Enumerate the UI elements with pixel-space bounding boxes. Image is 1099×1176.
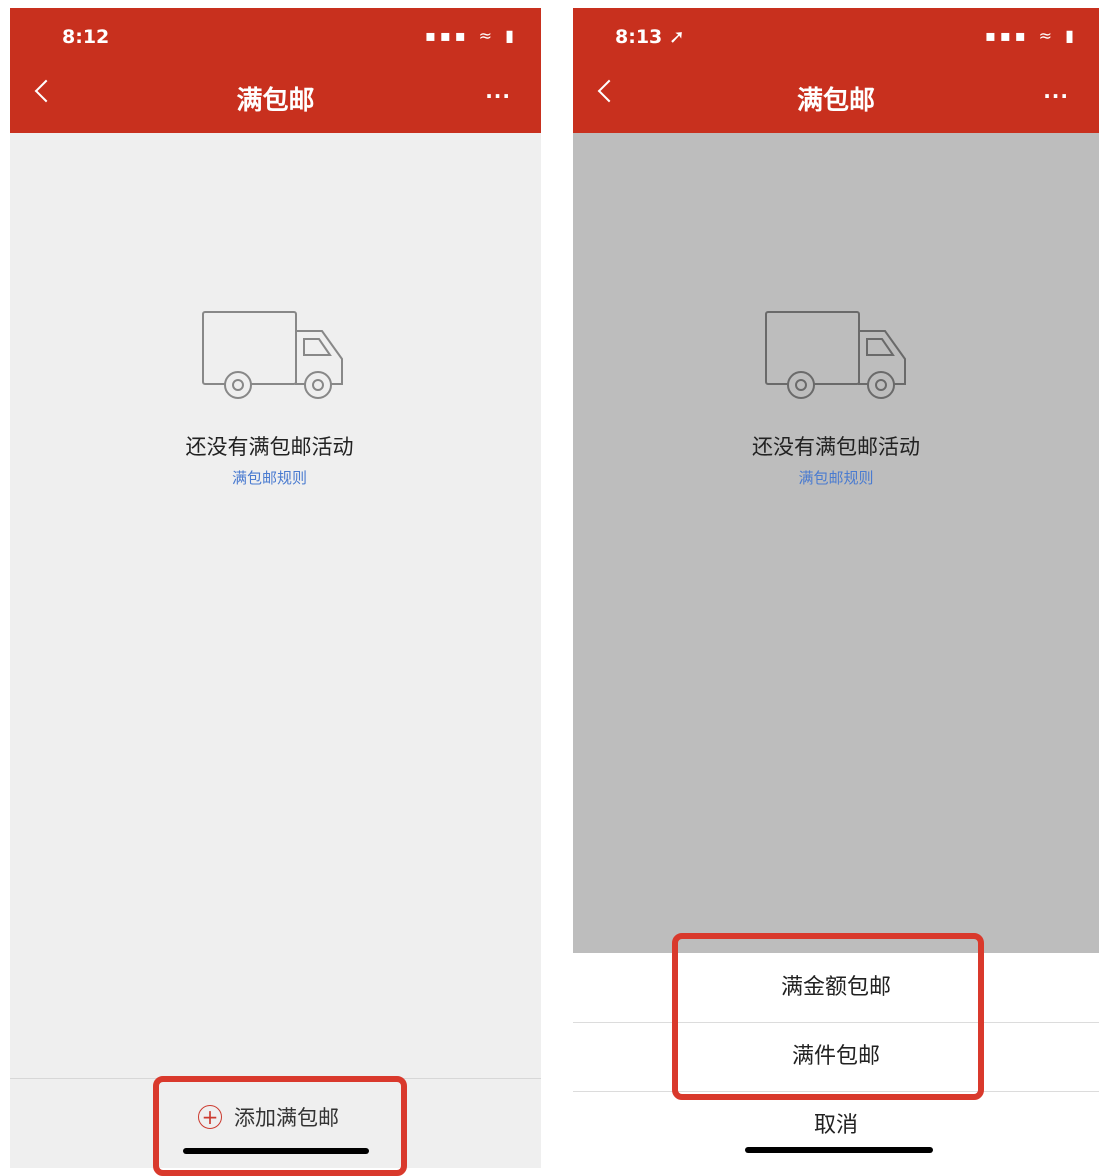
more-menu-icon[interactable]: ··· <box>485 84 511 108</box>
rules-link: 满包邮规则 <box>798 469 874 487</box>
status-icons: ▪▪▪ ≈ ▮ <box>425 26 518 45</box>
highlight-box-add-button <box>153 1076 407 1176</box>
nav-header: 8:12 ▪▪▪ ≈ ▮ 满包邮 ··· <box>10 8 541 133</box>
phone-screen-left: 8:12 ▪▪▪ ≈ ▮ 满包邮 ··· 还没有满包邮活动 满包邮规则 + 添加… <box>10 8 541 1168</box>
status-icons: ▪▪▪ ≈ ▮ <box>985 26 1078 45</box>
more-menu-icon[interactable]: ··· <box>1043 84 1069 108</box>
dimmed-overlay[interactable]: 还没有满包邮活动 满包邮规则 <box>573 133 1099 953</box>
empty-state: 还没有满包邮活动 满包邮规则 <box>10 133 541 1078</box>
truck-icon <box>765 311 906 399</box>
home-indicator <box>745 1147 933 1153</box>
truck-icon <box>202 311 343 399</box>
nav-header: 8:13 ➚ ▪▪▪ ≈ ▮ 满包邮 ··· <box>573 8 1099 133</box>
highlight-box-sheet-options <box>672 933 984 1100</box>
rules-link[interactable]: 满包邮规则 <box>10 467 541 488</box>
empty-message: 还没有满包邮活动 <box>185 435 354 459</box>
page-title: 满包邮 <box>796 86 875 116</box>
sheet-cancel-button[interactable]: 取消 <box>573 1106 1099 1146</box>
page-title: 满包邮 <box>236 86 315 116</box>
status-time: 8:13 ➚ <box>615 26 685 48</box>
empty-message: 还没有满包邮活动 <box>752 435 920 459</box>
status-time: 8:12 <box>62 26 110 48</box>
